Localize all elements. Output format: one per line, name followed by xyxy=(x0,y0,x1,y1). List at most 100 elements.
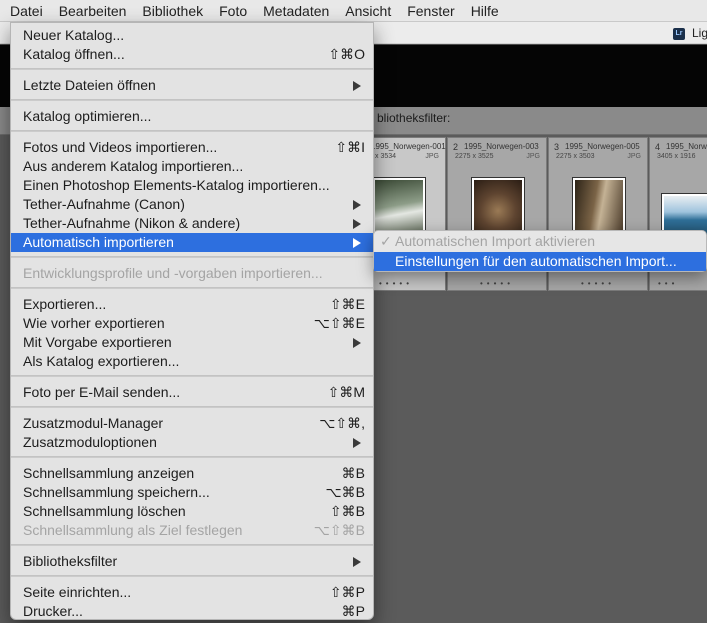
submenu-arrow-icon xyxy=(353,219,361,229)
menu-separator xyxy=(11,130,373,132)
menu-item-zusatzmodul-manager[interactable]: Zusatzmodul-Manager ⌥⇧⌘, xyxy=(11,414,373,433)
menubar-hilfe[interactable]: Hilfe xyxy=(463,0,507,22)
menubar-bearbeiten[interactable]: Bearbeiten xyxy=(51,0,135,22)
menu-item-label: Katalog optimieren... xyxy=(23,108,152,124)
cell-filename: 1995_Norwegen-001 xyxy=(371,142,446,151)
menu-item-schnellsammlung-anzeigen[interactable]: Schnellsammlung anzeigen ⌘B xyxy=(11,464,373,483)
menu-item-entwicklungsprofile-und-vorgaben-importieren[interactable]: Entwicklungsprofile und -vorgaben import… xyxy=(11,264,373,283)
menu-item-shortcut: ⇧⌘O xyxy=(328,46,365,62)
menu-item-shortcut: ⇧⌘I xyxy=(335,139,365,155)
menu-separator xyxy=(11,99,373,101)
submenu-item-label: Automatischen Import aktivieren xyxy=(395,233,595,249)
menu-item-aus-anderem-katalog-importieren[interactable]: Aus anderem Katalog importieren... xyxy=(11,157,373,176)
menu-item-label: Exportieren... xyxy=(23,296,107,312)
menu-item-tether-aufnahme-canon[interactable]: Tether-Aufnahme (Canon) xyxy=(11,195,373,214)
lightroom-logo-icon: Lr xyxy=(673,28,685,40)
menubar-ansicht[interactable]: Ansicht xyxy=(337,0,399,22)
menu-item-drucker[interactable]: Drucker... ⌘P xyxy=(11,602,373,621)
menu-item-shortcut: ⌥⌘B xyxy=(325,484,365,500)
menubar-metadaten[interactable]: Metadaten xyxy=(255,0,337,22)
menu-item-katalog-öffnen[interactable]: Katalog öffnen... ⇧⌘O xyxy=(11,45,373,64)
menu-item-label: Einen Photoshop Elements-Katalog importi… xyxy=(23,177,330,193)
menu-item-fotos-und-videos-importieren[interactable]: Fotos und Videos importieren... ⇧⌘I xyxy=(11,138,373,157)
cell-index: 3 xyxy=(554,142,560,152)
photo-thumbnail[interactable] xyxy=(373,178,425,238)
cell-rating-dots: ••• xyxy=(658,279,679,288)
menu-item-label: Foto per E-Mail senden... xyxy=(23,384,181,400)
submenu-arrow-icon xyxy=(353,557,361,567)
menu-item-shortcut: ⌥⇧⌘, xyxy=(319,415,365,431)
menu-item-exportieren[interactable]: Exportieren... ⇧⌘E xyxy=(11,295,373,314)
menu-item-label: Fotos und Videos importieren... xyxy=(23,139,218,155)
menu-item-einen-photoshop-elements-katalog-importieren[interactable]: Einen Photoshop Elements-Katalog importi… xyxy=(11,176,373,195)
menu-item-label: Wie vorher exportieren xyxy=(23,315,165,331)
cell-index: 2 xyxy=(453,142,459,152)
menu-item-zusatzmoduloptionen[interactable]: Zusatzmoduloptionen xyxy=(11,433,373,452)
menu-item-letzte-dateien-öffnen[interactable]: Letzte Dateien öffnen xyxy=(11,76,373,95)
menu-item-seite-einrichten[interactable]: Seite einrichten... ⇧⌘P xyxy=(11,583,373,602)
submenu-arrow-icon xyxy=(353,81,361,91)
cell-filename: 1995_Norwegen-005 xyxy=(565,142,640,151)
cell-filetype: JPG xyxy=(627,153,641,160)
menu-item-schnellsammlung-als-ziel-festlegen[interactable]: Schnellsammlung als Ziel festlegen ⌥⇧⌘B xyxy=(11,521,373,540)
menu-item-label: Automatisch importieren xyxy=(23,234,174,250)
menu-item-schnellsammlung-speichern[interactable]: Schnellsammlung speichern... ⌥⌘B xyxy=(11,483,373,502)
cell-dimensions: 2275 x 3503 xyxy=(556,153,595,160)
photo-thumbnail[interactable] xyxy=(573,178,625,238)
menu-separator xyxy=(11,406,373,408)
menubar-fenster[interactable]: Fenster xyxy=(399,0,462,22)
menu-item-schnellsammlung-löschen[interactable]: Schnellsammlung löschen ⇧⌘B xyxy=(11,502,373,521)
menu-item-label: Tether-Aufnahme (Canon) xyxy=(23,196,185,212)
menu-item-wie-vorher-exportieren[interactable]: Wie vorher exportieren ⌥⇧⌘E xyxy=(11,314,373,333)
cell-dimensions: 3405 x 1916 xyxy=(657,153,696,160)
menu-item-label: Zusatzmoduloptionen xyxy=(23,434,157,450)
menu-item-neuer-katalog[interactable]: Neuer Katalog... xyxy=(11,26,373,45)
submenu-item-enable-auto-import[interactable]: ✓ Automatischen Import aktivieren xyxy=(374,232,706,251)
menu-item-shortcut: ⌥⇧⌘E xyxy=(313,315,365,331)
menu-item-label: Schnellsammlung speichern... xyxy=(23,484,210,500)
menu-bar: Datei Bearbeiten Bibliothek Foto Metadat… xyxy=(0,0,707,22)
photo-thumbnail[interactable] xyxy=(472,178,524,238)
menu-item-label: Seite einrichten... xyxy=(23,584,132,600)
cell-filetype: JPG xyxy=(526,153,540,160)
menu-item-label: Zusatzmodul-Manager xyxy=(23,415,164,431)
submenu-item-auto-import-settings[interactable]: Einstellungen für den automatischen Impo… xyxy=(374,252,706,271)
menu-item-label: Bibliotheksfilter xyxy=(23,553,118,569)
menu-item-label: Schnellsammlung anzeigen xyxy=(23,465,195,481)
auto-import-submenu: ✓ Automatischen Import aktivieren Einste… xyxy=(373,230,707,272)
cell-dimensions: x 3534 xyxy=(375,153,397,160)
menu-item-label: Drucker... xyxy=(23,603,83,619)
menubar-datei[interactable]: Datei xyxy=(2,0,51,22)
menu-item-foto-per-e-mail-senden[interactable]: Foto per E-Mail senden... ⇧⌘M xyxy=(11,383,373,402)
menu-separator xyxy=(11,375,373,377)
menu-separator xyxy=(11,287,373,289)
menu-item-label: Aus anderem Katalog importieren... xyxy=(23,158,244,174)
cell-filetype: JPG xyxy=(425,153,439,160)
menu-item-shortcut: ⌘P xyxy=(341,603,365,619)
menu-item-mit-vorgabe-exportieren[interactable]: Mit Vorgabe exportieren xyxy=(11,333,373,352)
submenu-item-label: Einstellungen für den automatischen Impo… xyxy=(395,253,677,269)
menu-item-label: Letzte Dateien öffnen xyxy=(23,77,156,93)
menu-item-label: Entwicklungsprofile und -vorgaben import… xyxy=(23,265,323,281)
menu-item-als-katalog-exportieren[interactable]: Als Katalog exportieren... xyxy=(11,352,373,371)
cell-filename: 1995_Norw xyxy=(666,142,707,151)
menu-item-bibliotheksfilter[interactable]: Bibliotheksfilter xyxy=(11,552,373,571)
menu-item-automatisch-importieren[interactable]: Automatisch importieren xyxy=(11,233,373,252)
menu-item-katalog-optimieren[interactable]: Katalog optimieren... xyxy=(11,107,373,126)
menu-item-shortcut: ⇧⌘P xyxy=(329,584,365,600)
menu-item-label: Schnellsammlung löschen xyxy=(23,503,186,519)
cell-dimensions: 2275 x 3525 xyxy=(455,153,494,160)
menubar-bibliothek[interactable]: Bibliothek xyxy=(134,0,211,22)
menu-item-tether-aufnahme-nikon-andere[interactable]: Tether-Aufnahme (Nikon & andere) xyxy=(11,214,373,233)
library-filter-label[interactable]: bliotheksfilter: xyxy=(377,111,450,125)
menubar-foto[interactable]: Foto xyxy=(211,0,255,22)
cell-rating-dots: ••••• xyxy=(479,279,514,288)
menu-separator xyxy=(11,68,373,70)
submenu-arrow-icon xyxy=(353,200,361,210)
file-menu: Neuer Katalog... Katalog öffnen... ⇧⌘O Letz… xyxy=(10,22,374,620)
cell-filename: 1995_Norwegen-003 xyxy=(464,142,539,151)
menu-item-label: Schnellsammlung als Ziel festlegen xyxy=(23,522,243,538)
window-title: Lig xyxy=(692,26,707,40)
menu-separator xyxy=(11,544,373,546)
menu-item-shortcut: ⇧⌘B xyxy=(329,503,365,519)
